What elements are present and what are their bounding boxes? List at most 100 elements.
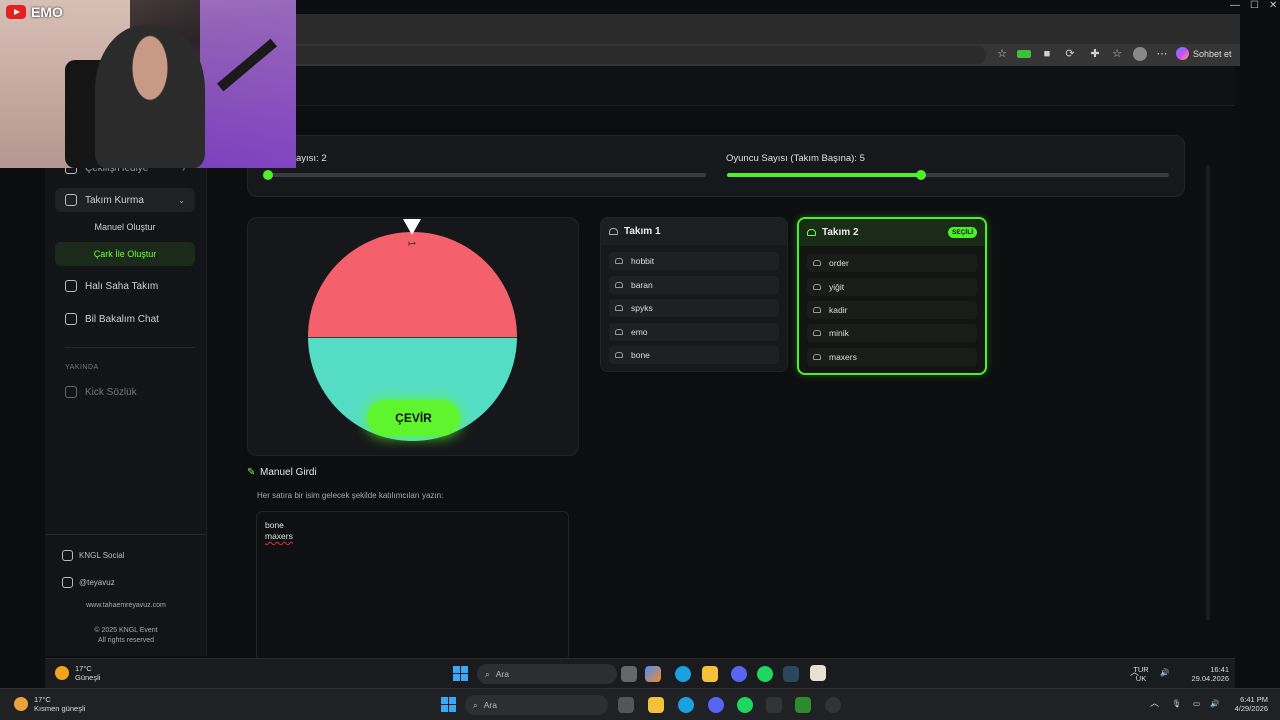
team-member: emo (609, 323, 779, 341)
sidebar-sub-wheel[interactable]: Çark İle Oluştur (55, 242, 195, 266)
discord-icon[interactable] (708, 697, 724, 713)
sidebar-sub-manual[interactable]: Manuel Oluştur (55, 215, 195, 239)
screen: — ☐ ✕ ☆ ■ ⟳ ✚ ☆ ⋯ Sohbet et Çekiliş/Hedi… (0, 0, 1280, 720)
slider-thumb[interactable] (263, 170, 273, 180)
team-count-label: ayısı: 2 (296, 153, 327, 164)
copilot-icon[interactable] (645, 666, 661, 682)
instagram-icon (62, 577, 73, 588)
spotify-icon[interactable] (737, 697, 753, 713)
social-link-label: KNGL Social (79, 551, 125, 560)
social-link-teyavuz[interactable]: @teyavuz (62, 577, 115, 588)
folder-icon[interactable] (702, 666, 718, 682)
team-header: Takım 1 (601, 218, 787, 245)
extensions-icon[interactable]: ✚ (1088, 47, 1102, 61)
team-member: hobbit (609, 252, 779, 270)
team-member: minik (807, 324, 977, 342)
favorites-icon[interactable]: ☆ (1110, 47, 1124, 61)
team-member: baran (609, 276, 779, 294)
obs-icon[interactable] (825, 697, 841, 713)
close-icon[interactable]: ✕ (1269, 0, 1277, 16)
lang-layout: UK (1135, 674, 1147, 683)
weather-condition: Kısmen güneşli (34, 704, 86, 713)
app-icon[interactable] (810, 665, 826, 681)
address-bar[interactable] (296, 46, 986, 64)
cam-person (95, 25, 205, 168)
website-link[interactable]: www.tahaemreyavuz.com (45, 601, 207, 611)
extension-icon[interactable]: ■ (1040, 47, 1054, 61)
weather-condition: Güneşli (75, 673, 101, 682)
pencil-icon: ✎ (247, 466, 256, 478)
steam-icon[interactable] (783, 666, 799, 682)
member-name: order (829, 258, 849, 268)
extension-icon[interactable] (1017, 50, 1031, 58)
divider (45, 534, 207, 535)
clock[interactable]: 6:41 PM 4/29/2026 (1226, 695, 1268, 713)
folder-icon[interactable] (648, 697, 664, 713)
team-member: kadir (807, 301, 977, 319)
chevron-up-icon[interactable]: ︿ (1150, 699, 1159, 708)
refresh-icon[interactable]: ⟳ (1063, 47, 1077, 61)
language-indicator[interactable]: TUR UK (1127, 665, 1155, 683)
display-icon[interactable]: ▭ (1193, 699, 1200, 708)
participants-textarea[interactable]: bone maxers (256, 511, 569, 661)
wheel-divider (308, 336, 517, 338)
spin-button[interactable]: ÇEVİR (367, 400, 460, 436)
trophy-icon (65, 280, 77, 292)
volume-icon[interactable]: 🔊 (1210, 699, 1219, 708)
window-controls[interactable]: — ☐ ✕ (1230, 0, 1280, 16)
selected-badge: SEÇİLİ (948, 227, 977, 238)
terminal-icon[interactable] (766, 697, 782, 713)
stream-label: EMO (6, 3, 63, 21)
manual-input-hint: Her satıra bir isim gelecek şekilde katı… (257, 491, 444, 500)
minimize-icon[interactable]: — (1230, 0, 1240, 16)
clock[interactable]: 16:41 29.04.2026 (1183, 665, 1229, 683)
maximize-icon[interactable]: ☐ (1250, 0, 1259, 16)
team-card-selected[interactable]: Takım 2 SEÇİLİ order yiğit kadir minik m… (797, 217, 987, 375)
clock-time: 16:41 (1210, 665, 1229, 674)
team-count-slider[interactable] (263, 170, 706, 180)
webcam-overlay (0, 0, 296, 168)
edge-icon[interactable] (678, 697, 694, 713)
weather-widget[interactable]: 17°C Güneşli (55, 664, 100, 682)
windows-icon[interactable] (441, 697, 456, 712)
taskbar-search[interactable]: ⌕ Ara (465, 695, 608, 715)
app-icon[interactable] (795, 697, 811, 713)
settings-card: ayısı: 2 Oyuncu Sayısı (Takım Başına): 5 (247, 135, 1185, 197)
more-icon[interactable]: ⋯ (1155, 47, 1169, 61)
team-member: maxers (807, 348, 977, 366)
member-name: spyks (631, 303, 653, 313)
copilot-button[interactable]: Sohbet et (1176, 45, 1232, 62)
weather-widget[interactable]: 17°C Kısmen güneşli (14, 695, 85, 713)
team-header: Takım 2 SEÇİLİ (799, 219, 985, 246)
team-name: Takım 2 (822, 227, 859, 238)
user-icon (813, 354, 821, 360)
player-count-label: Oyuncu Sayısı (Takım Başına): 5 (726, 153, 865, 164)
search-icon: ⌕ (485, 668, 490, 679)
team-card[interactable]: Takım 1 hobbit baran spyks emo bone (600, 217, 788, 372)
slider-thumb[interactable] (916, 170, 927, 180)
member-name: hobbit (631, 256, 655, 266)
profile-icon[interactable] (1133, 47, 1147, 61)
divider (65, 347, 195, 348)
mic-icon[interactable]: 🎙 (1172, 699, 1182, 708)
page-scrollbar[interactable] (1206, 165, 1210, 620)
social-link-knglsocial[interactable]: KNGL Social (62, 550, 125, 561)
manual-input-title: ✎ Manuel Girdi (247, 467, 317, 478)
edge-icon[interactable] (675, 666, 691, 682)
sidebar-item-hali-saha[interactable]: Halı Saha Takım (55, 274, 195, 298)
sidebar-item-bil-bakalim[interactable]: Bil Bakalım Chat (55, 307, 195, 331)
volume-icon[interactable]: 🔊 (1160, 668, 1169, 677)
taskview-icon[interactable] (621, 666, 637, 682)
windows-icon[interactable] (453, 666, 468, 681)
chat-icon (65, 386, 77, 398)
taskbar-search[interactable]: ⌕ Ara (477, 664, 617, 684)
taskbar: 17°C Kısmen güneşli ⌕ Ara ︿ 🎙 ▭ 🔊 6:41 PM… (0, 688, 1280, 720)
taskview-icon[interactable] (618, 697, 634, 713)
sidebar-item-team-building[interactable]: Takım Kurma ⌄ (55, 188, 195, 212)
sun-icon (55, 666, 69, 680)
spotify-icon[interactable] (757, 666, 773, 682)
member-name: yiğit (829, 282, 845, 292)
discord-icon[interactable] (731, 666, 747, 682)
player-count-slider[interactable] (727, 170, 1169, 180)
star-icon[interactable]: ☆ (995, 47, 1009, 61)
